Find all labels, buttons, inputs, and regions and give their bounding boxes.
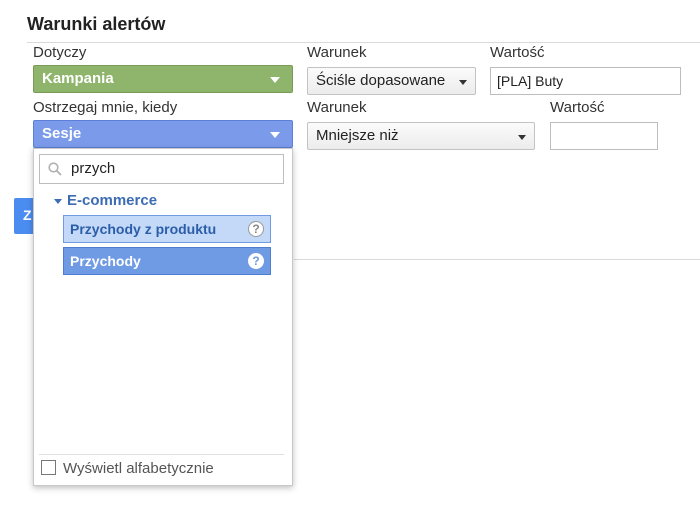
list-item-product-revenue[interactable]: Przychody z produktu ? (63, 215, 271, 243)
value-label: Wartość (490, 44, 545, 61)
metric-dropdown-value: Sesje (42, 125, 82, 142)
value-input-text: [PLA] Buty (497, 73, 564, 89)
alphabetical-label[interactable]: Wyświetl alfabetycznie (63, 460, 214, 477)
condition-select-2-value: Mniejsze niż (316, 127, 399, 144)
save-button-label: Z (23, 207, 32, 223)
applies-dimension-dropdown[interactable]: Kampania (33, 65, 293, 93)
chevron-down-icon (270, 132, 280, 138)
page-title: Warunki alertów (27, 14, 166, 34)
metric-picker-popup: przych E-commerce Przychody z produktu ?… (33, 148, 293, 486)
chevron-down-icon (518, 135, 526, 140)
help-icon[interactable]: ? (248, 221, 264, 237)
list-item-label: Przychody (70, 253, 141, 269)
divider (39, 454, 284, 455)
search-icon (48, 162, 62, 176)
alphabetical-checkbox[interactable] (41, 460, 56, 475)
value-input-2[interactable] (550, 122, 658, 150)
chevron-down-icon (270, 77, 280, 83)
value-label-2: Wartość (550, 99, 605, 116)
list-item-label: Przychody z produktu (70, 221, 217, 237)
metric-dropdown[interactable]: Sesje (33, 120, 293, 148)
applies-label: Dotyczy (33, 44, 87, 61)
help-icon[interactable]: ? (248, 253, 264, 269)
condition-select-value: Ściśle dopasowane (316, 72, 446, 89)
chevron-down-icon (459, 80, 467, 85)
value-input[interactable]: [PLA] Buty (490, 67, 681, 95)
condition-select-2[interactable]: Mniejsze niż (307, 122, 535, 150)
condition-select[interactable]: Ściśle dopasowane (307, 67, 476, 95)
category-label: E-commerce (67, 192, 158, 209)
alert-when-label: Ostrzegaj mnie, kiedy (33, 99, 178, 116)
applies-dimension-value: Kampania (42, 70, 114, 87)
list-item-revenue[interactable]: Przychody ? (63, 247, 271, 275)
category-ecommerce[interactable]: E-commerce (54, 192, 157, 209)
save-button[interactable]: Z (14, 198, 34, 234)
condition-label-2: Warunek (307, 99, 367, 116)
metric-search-input[interactable]: przych (39, 154, 284, 184)
section-divider (294, 259, 700, 260)
metric-search-text: przych (71, 160, 116, 177)
expand-triangle-icon (54, 198, 62, 204)
divider (27, 42, 700, 43)
condition-label: Warunek (307, 44, 367, 61)
